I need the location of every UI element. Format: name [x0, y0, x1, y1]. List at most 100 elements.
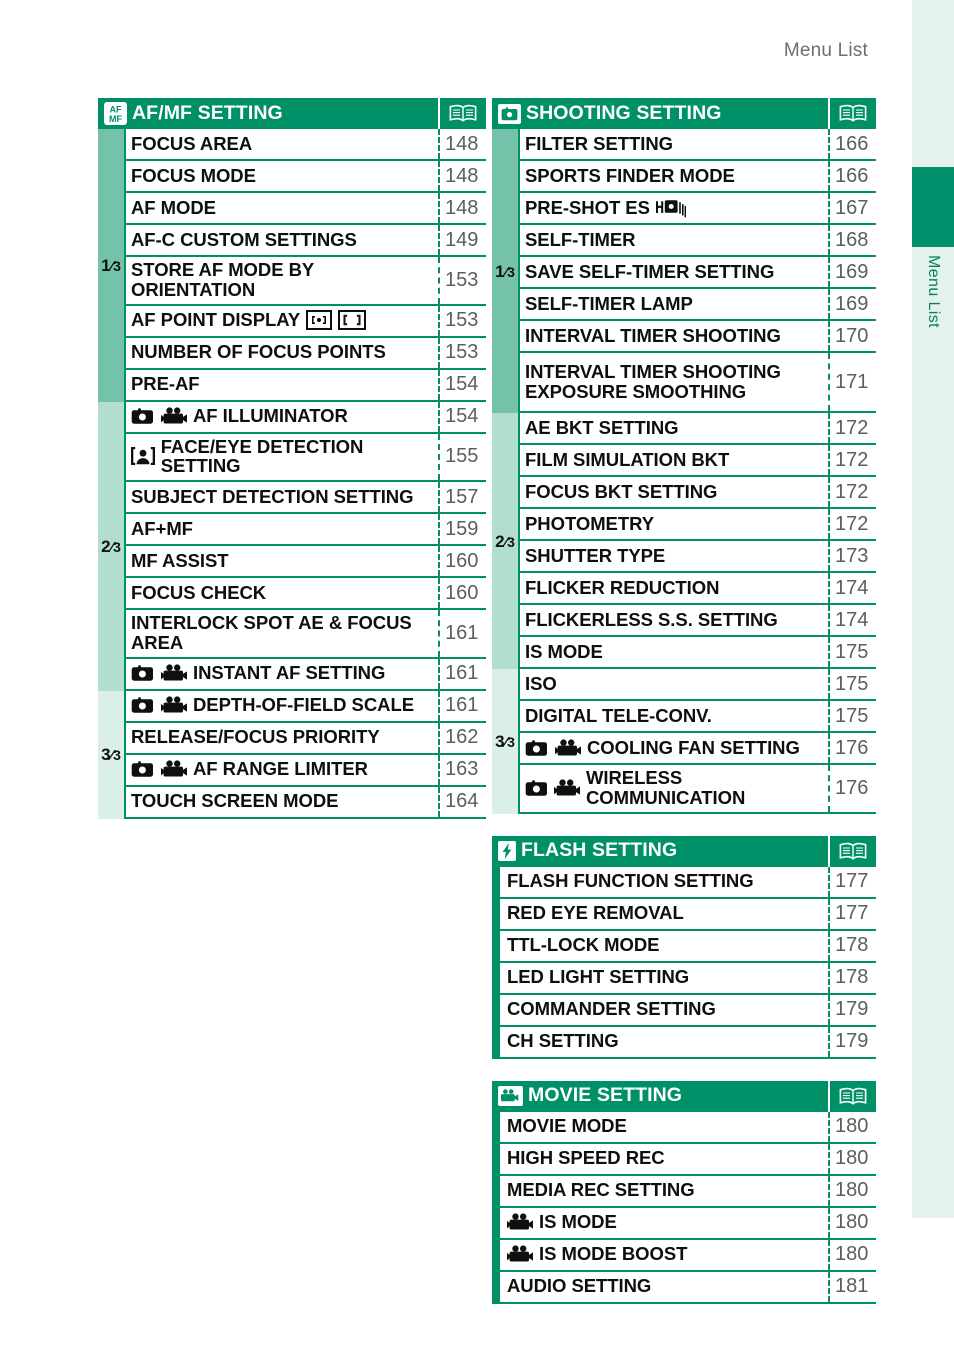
menu-row[interactable]: STORE AF MODE BY ORIENTATION 153 — [98, 257, 486, 306]
page-reference[interactable]: 180 — [828, 1207, 876, 1238]
page-reference[interactable]: 173 — [828, 541, 876, 571]
menu-row[interactable]: AF RANGE LIMITER 163 — [98, 754, 486, 787]
page-reference[interactable]: 172 — [828, 509, 876, 539]
page-reference[interactable]: 161 — [438, 610, 486, 657]
page-reference[interactable]: 148 — [438, 161, 486, 191]
menu-row[interactable]: TTL-LOCK MODE 178 — [492, 930, 876, 963]
menu-row[interactable]: AF POINT DISPLAY 153 — [98, 305, 486, 338]
page-reference[interactable]: 166 — [828, 129, 876, 159]
page-reference[interactable]: 148 — [438, 193, 486, 223]
page-reference[interactable]: 155 — [438, 433, 486, 481]
menu-row[interactable]: INTERLOCK SPOT AE & FOCUS AREA 161 — [98, 610, 486, 659]
menu-row[interactable]: IS MODE BOOST 180 — [492, 1239, 876, 1272]
page-reference[interactable]: 175 — [828, 669, 876, 699]
menu-row[interactable]: FOCUS CHECK 160 — [98, 578, 486, 611]
page-reference[interactable]: 153 — [438, 337, 486, 368]
menu-row[interactable]: SELF-TIMER 168 — [492, 225, 876, 257]
menu-row[interactable]: INSTANT AF SETTING 161 — [98, 658, 486, 691]
menu-row[interactable]: SELF-TIMER LAMP 169 — [492, 289, 876, 321]
menu-row[interactable]: WIRELESS COMMUNICATION 176 — [492, 765, 876, 814]
page-reference[interactable]: 159 — [438, 514, 486, 545]
page-reference[interactable]: 177 — [828, 898, 876, 929]
menu-row[interactable]: AF ILLUMINATOR 154 — [98, 401, 486, 434]
page-reference[interactable]: 149 — [438, 225, 486, 255]
page-reference[interactable]: 174 — [828, 573, 876, 603]
menu-row[interactable]: MEDIA REC SETTING 180 — [492, 1175, 876, 1208]
menu-row[interactable]: SAVE SELF-TIMER SETTING 169 — [492, 257, 876, 289]
menu-row[interactable]: RELEASE/FOCUS PRIORITY 162 — [98, 722, 486, 755]
page-reference[interactable]: 166 — [828, 161, 876, 191]
menu-row[interactable]: CH SETTING 179 — [492, 1026, 876, 1059]
page-reference[interactable]: 161 — [438, 658, 486, 689]
page-reference[interactable]: 176 — [828, 733, 876, 763]
menu-row[interactable]: IS MODE 175 — [492, 637, 876, 669]
page-reference[interactable]: 153 — [438, 257, 486, 304]
page-reference[interactable]: 178 — [828, 962, 876, 993]
menu-row[interactable]: FILM SIMULATION BKT 172 — [492, 445, 876, 477]
page-reference[interactable]: 163 — [438, 754, 486, 785]
menu-row[interactable]: AF MODE 148 — [98, 193, 486, 225]
menu-row[interactable]: COOLING FAN SETTING 176 — [492, 733, 876, 765]
menu-row[interactable]: IS MODE 180 — [492, 1207, 876, 1240]
page-reference[interactable]: 157 — [438, 482, 486, 513]
menu-row[interactable]: SHUTTER TYPE 173 — [492, 541, 876, 573]
page-reference[interactable]: 179 — [828, 994, 876, 1025]
menu-row[interactable]: AUDIO SETTING 181 — [492, 1271, 876, 1304]
page-reference[interactable]: 169 — [828, 257, 876, 287]
page-reference[interactable]: 153 — [438, 305, 486, 336]
menu-row[interactable]: FLICKERLESS S.S. SETTING 174 — [492, 605, 876, 637]
menu-row[interactable]: FOCUS MODE 148 — [98, 161, 486, 193]
menu-row[interactable]: MOVIE MODE 180 — [492, 1111, 876, 1144]
page-reference[interactable]: 178 — [828, 930, 876, 961]
page-reference[interactable]: 168 — [828, 225, 876, 255]
page-reference[interactable]: 154 — [438, 369, 486, 400]
menu-row[interactable]: AE BKT SETTING 172 — [492, 413, 876, 445]
page-reference[interactable]: 176 — [828, 765, 876, 812]
page-reference[interactable]: 154 — [438, 401, 486, 432]
menu-row[interactable]: DIGITAL TELE-CONV. 175 — [492, 701, 876, 733]
menu-row[interactable]: INTERVAL TIMER SHOOTING EXPOSURE SMOOTHI… — [492, 353, 876, 413]
menu-row[interactable]: SPORTS FINDER MODE 166 — [492, 161, 876, 193]
page-reference[interactable]: 174 — [828, 605, 876, 635]
page-reference[interactable]: 171 — [828, 353, 876, 411]
menu-row[interactable]: FOCUS BKT SETTING 172 — [492, 477, 876, 509]
page-reference[interactable]: 164 — [438, 786, 486, 817]
page-reference[interactable]: 172 — [828, 445, 876, 475]
menu-row[interactable]: COMMANDER SETTING 179 — [492, 994, 876, 1027]
menu-row[interactable]: AF+MF 159 — [98, 514, 486, 547]
page-reference[interactable]: 161 — [438, 690, 486, 721]
menu-row[interactable]: MF ASSIST 160 — [98, 546, 486, 579]
page-reference[interactable]: 181 — [828, 1271, 876, 1302]
menu-row[interactable]: PRE-AF 154 — [98, 369, 486, 402]
menu-row[interactable]: FOCUS AREA 148 — [98, 129, 486, 161]
menu-row[interactable]: LED LIGHT SETTING 178 — [492, 962, 876, 995]
page-reference[interactable]: 162 — [438, 722, 486, 753]
menu-row[interactable]: TOUCH SCREEN MODE 164 — [98, 786, 486, 819]
page-reference[interactable]: 177 — [828, 866, 876, 897]
page-reference[interactable]: 180 — [828, 1239, 876, 1270]
menu-row[interactable]: INTERVAL TIMER SHOOTING 170 — [492, 321, 876, 353]
menu-row[interactable]: FACE/EYE DETECTION SETTING 155 — [98, 433, 486, 483]
page-reference[interactable]: 172 — [828, 477, 876, 507]
menu-row[interactable]: DEPTH-OF-FIELD SCALE 161 — [98, 690, 486, 723]
menu-row[interactable]: PRE-SHOT ES 167 — [492, 193, 876, 225]
menu-row[interactable]: FLICKER REDUCTION 174 — [492, 573, 876, 605]
menu-row[interactable]: SUBJECT DETECTION SETTING 157 — [98, 482, 486, 515]
page-reference[interactable]: 179 — [828, 1026, 876, 1057]
page-reference[interactable]: 175 — [828, 637, 876, 667]
menu-row[interactable]: PHOTOMETRY 172 — [492, 509, 876, 541]
page-reference[interactable]: 170 — [828, 321, 876, 351]
menu-row[interactable]: ISO 175 — [492, 669, 876, 701]
menu-row[interactable]: NUMBER OF FOCUS POINTS 153 — [98, 337, 486, 370]
page-reference[interactable]: 169 — [828, 289, 876, 319]
menu-row[interactable]: FILTER SETTING 166 — [492, 129, 876, 161]
menu-row[interactable]: AF-C CUSTOM SETTINGS 149 — [98, 225, 486, 257]
page-reference[interactable]: 180 — [828, 1111, 876, 1142]
page-reference[interactable]: 167 — [828, 193, 876, 223]
menu-row[interactable]: RED EYE REMOVAL 177 — [492, 898, 876, 931]
page-reference[interactable]: 180 — [828, 1143, 876, 1174]
page-reference[interactable]: 172 — [828, 413, 876, 443]
page-reference[interactable]: 160 — [438, 578, 486, 609]
menu-row[interactable]: FLASH FUNCTION SETTING 177 — [492, 866, 876, 899]
page-reference[interactable]: 148 — [438, 129, 486, 159]
